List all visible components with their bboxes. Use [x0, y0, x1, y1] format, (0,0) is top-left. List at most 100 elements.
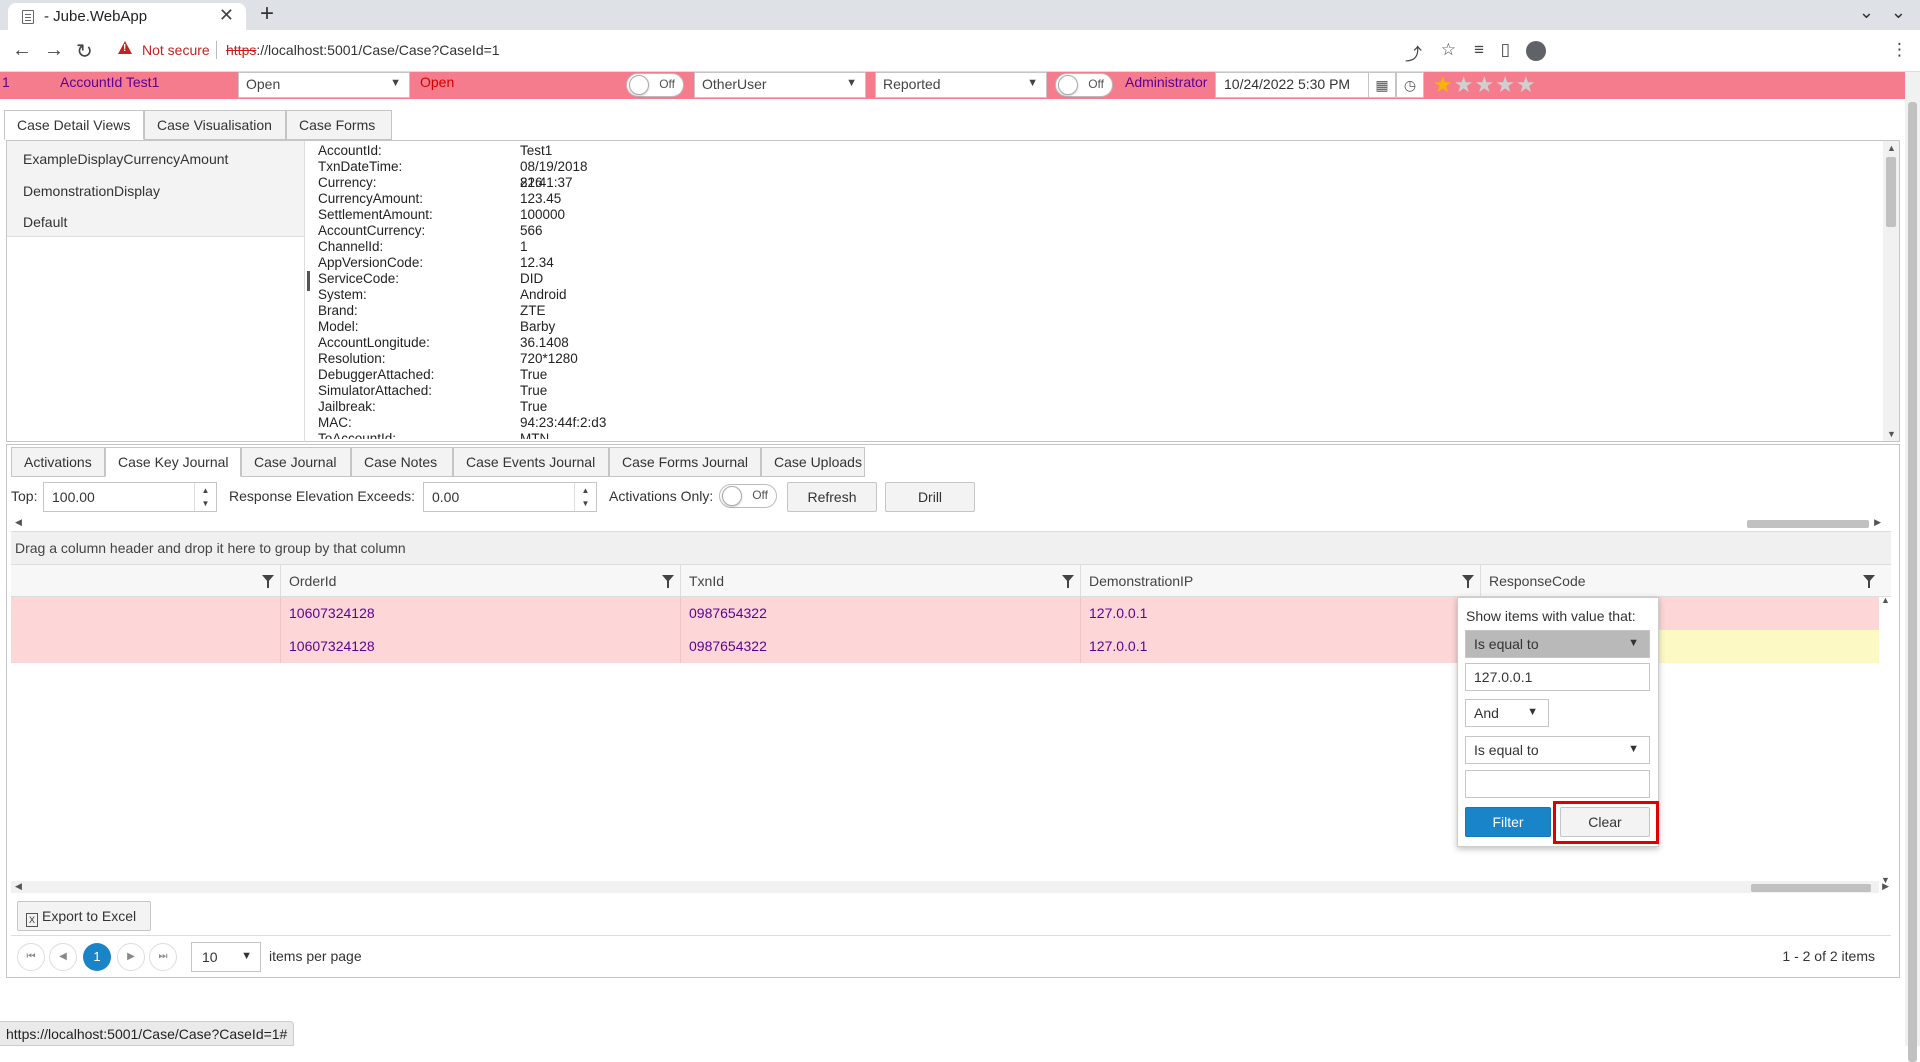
scroll-up-icon[interactable]: ▲ [1881, 595, 1890, 605]
profile-avatar-icon[interactable] [1526, 41, 1546, 61]
spinner-icon[interactable]: ▲ ▼ [574, 483, 596, 511]
table-cell[interactable]: 0987654322 [681, 597, 1081, 630]
url-field[interactable]: https://localhost:5001/Case/Case?CaseId=… [226, 42, 500, 58]
view-item[interactable]: Default [23, 214, 67, 230]
drill-button[interactable]: Drill [885, 482, 975, 512]
first-page-icon[interactable]: ⏮ [17, 943, 45, 971]
scroll-right-icon[interactable]: ▶ [1882, 881, 1889, 892]
tab-case-notes[interactable]: Case Notes [351, 447, 453, 477]
back-icon[interactable]: ← [12, 39, 32, 62]
tab-case-detail-views[interactable]: Case Detail Views [4, 110, 144, 140]
grid-h-scrollbar[interactable]: ◀ ▶ [11, 881, 1889, 893]
tab-case-forms[interactable]: Case Forms [286, 110, 392, 140]
case-user-select[interactable]: OtherUser ▼ [694, 72, 866, 98]
filter-icon[interactable] [1863, 575, 1875, 588]
column-header-txnid[interactable]: TxnId [681, 565, 1081, 597]
scroll-thumb[interactable] [1751, 884, 1871, 892]
forward-icon[interactable]: → [44, 39, 64, 62]
tab-activations[interactable]: Activations [11, 447, 105, 477]
filter-value-1[interactable]: 127.0.0.1 [1465, 663, 1650, 691]
page-scrollbar[interactable] [1905, 72, 1920, 1062]
filter-icon[interactable] [1462, 575, 1474, 588]
browser-menu-icon[interactable]: ⋮ [1891, 40, 1908, 60]
detail-scrollbar[interactable]: ▲ ▼ [1883, 141, 1899, 441]
table-cell[interactable]: 10607324128 [281, 597, 681, 630]
scroll-thumb[interactable] [1908, 102, 1917, 1062]
table-cell[interactable]: 10607324128 [281, 630, 681, 663]
case-status-select[interactable]: Open ▼ [238, 72, 410, 98]
scroll-down-icon[interactable]: ▼ [1887, 429, 1896, 439]
share-icon[interactable]: ⤴ [1405, 40, 1422, 65]
view-item[interactable]: DemonstrationDisplay [23, 183, 160, 199]
star-icon[interactable]: ★ [1495, 72, 1516, 97]
filter-button[interactable]: Filter [1465, 807, 1551, 837]
star-icon[interactable]: ★ [1474, 72, 1495, 97]
column-header-orderid[interactable]: OrderId [281, 565, 681, 597]
scroll-left-icon[interactable]: ◀ [15, 517, 22, 528]
export-to-excel-button[interactable]: X Export to Excel [17, 901, 151, 931]
bookmark-star-icon[interactable]: ☆ [1441, 40, 1456, 60]
next-page-icon[interactable]: ▶ [117, 943, 145, 971]
tab-case-key-journal[interactable]: Case Key Journal [105, 447, 241, 477]
close-tab-icon[interactable]: ✕ [219, 5, 234, 26]
star-icon[interactable]: ★ [1454, 72, 1475, 97]
browser-tab[interactable]: - Jube.WebApp ✕ [8, 3, 246, 30]
clock-icon[interactable]: ◷ [1396, 72, 1424, 98]
last-page-icon[interactable]: ⏭ [149, 943, 177, 971]
case-rating[interactable]: ★★★★★ [1433, 72, 1537, 98]
warning-icon[interactable] [118, 41, 132, 54]
toolbar-h-scrollbar[interactable]: ◀ ▶ [11, 517, 1891, 529]
star-icon[interactable]: ★ [1433, 72, 1454, 97]
case-datetime-input[interactable]: 10/24/2022 5:30 PM [1215, 72, 1369, 98]
chevron-down-icon: ▼ [390, 77, 401, 89]
column-header-responsecode[interactable]: ResponseCode [1481, 565, 1881, 597]
case-state-select[interactable]: Reported ▼ [875, 72, 1047, 98]
activations-only-toggle[interactable]: Off [719, 484, 777, 508]
window-minimize-icon[interactable]: ⌄ [1891, 2, 1906, 23]
reload-icon[interactable]: ↻ [76, 39, 93, 64]
tab-case-events-journal[interactable]: Case Events Journal [453, 447, 609, 477]
filter-operator-2[interactable]: Is equal to ▼ [1465, 736, 1650, 764]
tab-case-visualisation[interactable]: Case Visualisation [144, 110, 286, 140]
tab-search-icon[interactable]: ⌄ [1859, 2, 1874, 23]
elevation-input[interactable]: 0.00 ▲ ▼ [423, 482, 597, 512]
filter-value-2[interactable] [1465, 770, 1650, 798]
filter-icon[interactable] [1062, 575, 1074, 588]
star-icon[interactable]: ★ [1516, 72, 1537, 97]
scroll-thumb[interactable] [1886, 157, 1896, 227]
scroll-thumb[interactable] [1747, 520, 1869, 528]
scroll-right-icon[interactable]: ▶ [1874, 517, 1881, 528]
case-toggle-2[interactable]: Off [1055, 73, 1113, 97]
prev-page-icon[interactable]: ◀ [49, 943, 77, 971]
tab-case-forms-journal[interactable]: Case Forms Journal [609, 447, 761, 477]
refresh-button[interactable]: Refresh [787, 482, 877, 512]
page-size-select[interactable]: 10 ▼ [191, 942, 261, 972]
filter-operator-1[interactable]: Is equal to ▼ [1465, 630, 1650, 658]
case-toggle-1[interactable]: Off [626, 73, 684, 97]
filter-icon[interactable] [262, 575, 274, 588]
column-header-demonstrationip[interactable]: DemonstrationIP [1081, 565, 1481, 597]
table-cell[interactable]: 0987654322 [681, 630, 1081, 663]
scroll-left-icon[interactable]: ◀ [15, 881, 22, 892]
panel-splitter[interactable] [307, 271, 310, 291]
tab-case-uploads[interactable]: Case Uploads [761, 447, 865, 477]
reading-list-icon[interactable]: ≡ [1474, 40, 1484, 60]
column-header-select[interactable] [11, 565, 281, 597]
table-cell[interactable]: 127.0.0.1 [1081, 630, 1481, 663]
new-tab-icon[interactable]: + [260, 0, 274, 28]
page-number[interactable]: 1 [83, 943, 111, 971]
grid-v-scrollbar[interactable]: ▲ ▼ [1879, 595, 1893, 885]
top-input[interactable]: 100.00 ▲ ▼ [43, 482, 217, 512]
filter-icon[interactable] [662, 575, 674, 588]
side-panel-icon[interactable]: ▯ [1501, 40, 1510, 60]
group-by-bar[interactable]: Drag a column header and drop it here to… [11, 531, 1891, 565]
filter-logic-select[interactable]: And ▼ [1465, 699, 1549, 727]
toggle-knob [722, 486, 742, 506]
scroll-up-icon[interactable]: ▲ [1887, 143, 1896, 153]
tab-case-journal[interactable]: Case Journal [241, 447, 351, 477]
table-cell[interactable]: 127.0.0.1 [1081, 597, 1481, 630]
spinner-icon[interactable]: ▲ ▼ [194, 483, 216, 511]
view-item[interactable]: ExampleDisplayCurrencyAmount [23, 151, 228, 167]
calendar-icon[interactable]: ▦ [1368, 72, 1396, 98]
security-label[interactable]: Not secure [142, 42, 210, 58]
